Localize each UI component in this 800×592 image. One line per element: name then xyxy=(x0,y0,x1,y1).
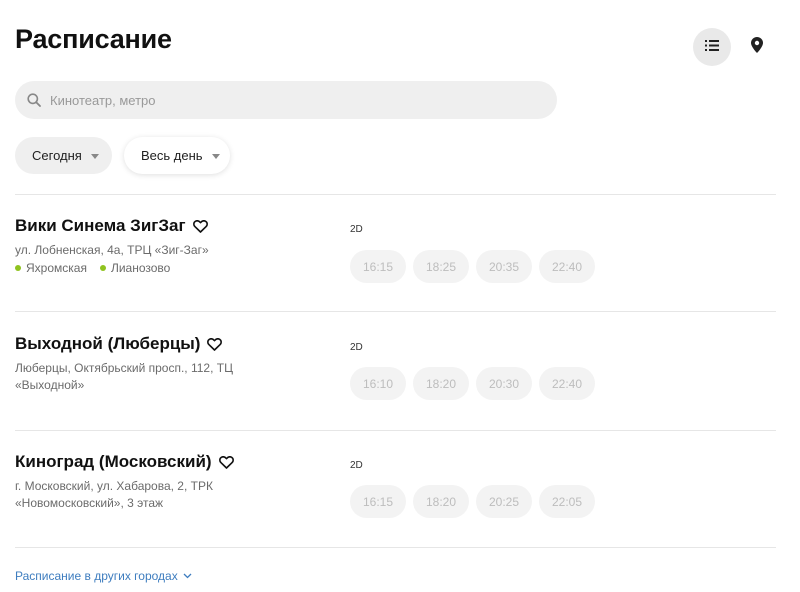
caret-down-icon xyxy=(211,153,220,159)
heart-icon[interactable] xyxy=(218,455,234,469)
date-filter-dropdown[interactable]: Сегодня xyxy=(15,137,112,174)
chevron-down-icon xyxy=(183,573,192,579)
map-view-button[interactable] xyxy=(738,28,776,66)
divider xyxy=(15,194,776,195)
session-time-button[interactable]: 18:20 xyxy=(413,485,469,518)
cinema-name[interactable]: Вики Синема ЗигЗаг xyxy=(15,216,186,236)
page-title: Расписание xyxy=(15,24,172,54)
session-time-button[interactable]: 22:05 xyxy=(539,485,595,518)
heart-icon[interactable] xyxy=(192,219,208,233)
session-time-button[interactable]: 20:25 xyxy=(476,485,532,518)
list-view-button[interactable] xyxy=(693,28,731,66)
session-time-button[interactable]: 16:15 xyxy=(350,485,406,518)
cinema-item: Выходной (Люберцы) Люберцы, Октябрьский … xyxy=(15,334,776,400)
session-time-button[interactable]: 16:10 xyxy=(350,367,406,400)
session-list: 16:10 18:20 20:30 22:40 xyxy=(350,367,602,400)
cinema-name[interactable]: Выходной (Люберцы) xyxy=(15,334,200,354)
search-bar[interactable] xyxy=(15,81,557,119)
session-time-button[interactable]: 18:20 xyxy=(413,367,469,400)
metro-station: Лианозово xyxy=(99,261,171,275)
session-time-button[interactable]: 20:30 xyxy=(476,367,532,400)
search-icon xyxy=(26,92,42,108)
cinema-address: ул. Лобненская, 4а, ТРЦ «Зиг-Заг» xyxy=(15,243,209,257)
cinema-name[interactable]: Киноград (Московский) xyxy=(15,452,212,472)
divider xyxy=(15,430,776,431)
format-label: 2D xyxy=(350,342,363,353)
session-list: 16:15 18:25 20:35 22:40 xyxy=(350,250,602,283)
other-cities-label: Расписание в других городах xyxy=(15,569,178,583)
session-list: 16:15 18:20 20:25 22:05 xyxy=(350,485,602,518)
metro-dot-icon xyxy=(15,265,21,271)
other-cities-link[interactable]: Расписание в других городах xyxy=(15,569,192,583)
metro-dot-icon xyxy=(99,265,106,271)
divider xyxy=(15,547,776,548)
session-time-button[interactable]: 22:40 xyxy=(539,250,595,283)
cinema-item: Киноград (Московский) г. Московский, ул.… xyxy=(15,452,776,518)
session-time-button[interactable]: 20:35 xyxy=(476,250,532,283)
metro-station-name: Лианозово xyxy=(110,261,171,275)
time-filter-label: Весь день xyxy=(141,148,203,163)
cinema-address: Люберцы, Октябрьский просп., 112, ТЦ «Вы… xyxy=(15,361,233,392)
date-filter-label: Сегодня xyxy=(32,148,82,163)
location-pin-icon xyxy=(751,36,763,58)
cinema-address: г. Московский, ул. Хабарова, 2, ТРК «Нов… xyxy=(15,479,213,510)
session-time-button[interactable]: 22:40 xyxy=(539,367,595,400)
session-time-button[interactable]: 18:25 xyxy=(413,250,469,283)
heart-icon[interactable] xyxy=(207,337,223,351)
metro-station-name: Яхромская xyxy=(26,261,87,275)
divider xyxy=(15,311,776,312)
time-filter-dropdown[interactable]: Весь день xyxy=(124,137,230,174)
session-time-button[interactable]: 16:15 xyxy=(350,250,406,283)
cinema-item: Вики Синема ЗигЗаг ул. Лобненская, 4а, Т… xyxy=(15,216,776,283)
list-icon xyxy=(705,38,719,56)
format-label: 2D xyxy=(350,224,363,235)
metro-station: Яхромская xyxy=(15,261,87,275)
format-label: 2D xyxy=(350,460,363,471)
caret-down-icon xyxy=(90,153,99,159)
search-input[interactable] xyxy=(50,92,530,108)
